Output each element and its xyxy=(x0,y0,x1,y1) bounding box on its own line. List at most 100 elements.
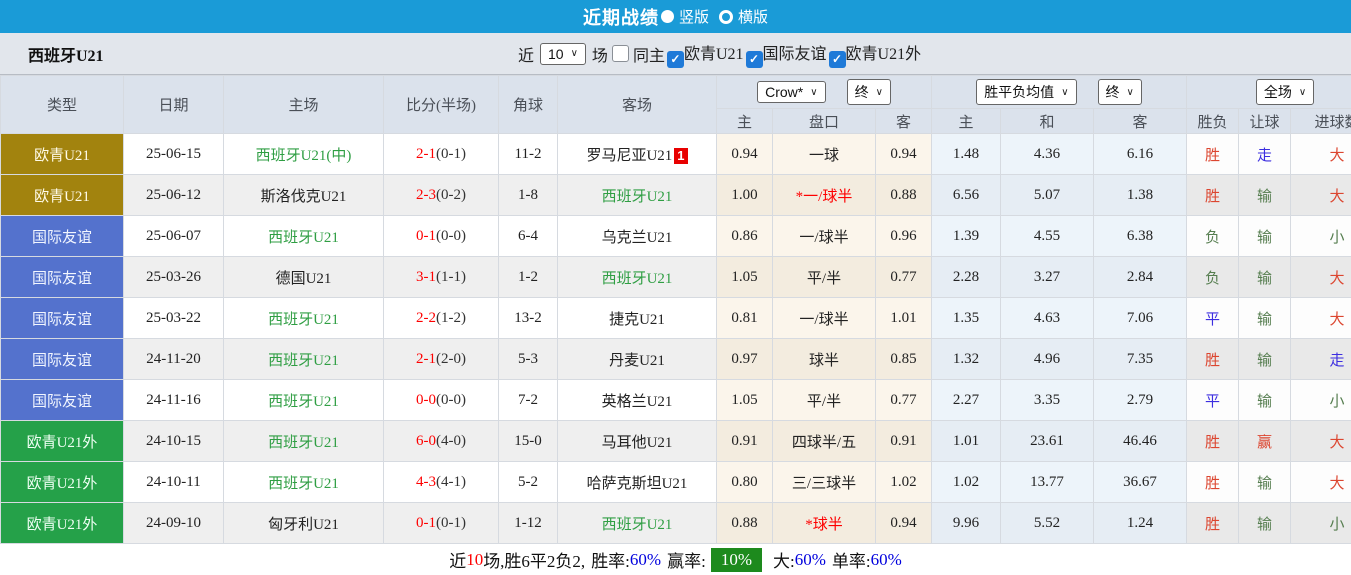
match-row: 欧青U21 25-06-12 斯洛伐克U21 2-3(0-2) 1-8 西班牙U21 1.0… xyxy=(0,174,1351,216)
odds-home-cell: 0.97 xyxy=(716,338,773,380)
col-header-score: 比分(半场) xyxy=(383,75,499,134)
odds-away-cell: 0.85 xyxy=(874,338,933,380)
scope-header-group: 全场 ∨ xyxy=(1186,75,1351,109)
handicap-result-cell: 输 xyxy=(1238,379,1292,421)
home-team-cell: 西班牙U21 xyxy=(223,338,384,380)
avg-win-cell: 1.48 xyxy=(931,133,1002,175)
matches-label: 场 xyxy=(591,47,608,65)
result-cell: 胜 xyxy=(1186,502,1240,544)
avg-draw-cell: 4.36 xyxy=(1000,133,1095,175)
avg-win-cell: 2.28 xyxy=(931,256,1002,298)
goals-result-cell: 大 xyxy=(1290,297,1351,339)
score-cell: 3-1(1-1) xyxy=(383,256,499,298)
team-name: 西班牙U21 xyxy=(268,311,339,328)
match-row: 国际友谊 24-11-16 西班牙U21 0-0(0-0) 7-2 英格兰U21 1.05 平… xyxy=(0,379,1351,421)
col-header-date: 日期 xyxy=(123,75,224,134)
handicap-result-cell: 输 xyxy=(1238,338,1292,380)
date-cell: 25-06-12 xyxy=(123,174,224,216)
corner-cell: 13-2 xyxy=(498,297,558,339)
score-cell: 4-3(4-1) xyxy=(383,461,499,503)
date-cell: 24-10-11 xyxy=(123,461,224,503)
avg-time-dropdown[interactable]: 终 ∨ xyxy=(1097,79,1142,105)
match-type-cell: 欧青U21外 xyxy=(0,420,124,462)
result-cell: 胜 xyxy=(1186,420,1240,462)
recent-count-dropdown[interactable]: 10 ∨ xyxy=(540,42,586,65)
odds-away-cell: 1.02 xyxy=(874,461,933,503)
away-team-cell: 捷克U21 xyxy=(557,297,717,339)
handicap-cell: 一/球半 xyxy=(772,297,876,339)
competition-checkbox-label[interactable]: 欧青U21外 xyxy=(846,46,922,63)
sub-header-goals: 进球数 xyxy=(1290,108,1351,134)
title-bar: 近期战绩 竖版 横版 xyxy=(0,0,1351,33)
filter-bar: 西班牙U21 近 10 ∨ 场 同主 ✓ 欧青U21 ✓ 国际友谊 ✓ 欧青U21外 xyxy=(0,33,1351,75)
odds-company-dropdown[interactable]: Crow* ∨ xyxy=(757,81,826,103)
match-type-cell: 欧青U21外 xyxy=(0,502,124,544)
result-cell: 负 xyxy=(1186,215,1240,257)
goals-result-cell: 大 xyxy=(1290,133,1351,175)
same-home-label[interactable]: 同主 xyxy=(633,42,665,66)
score-cell: 2-2(1-2) xyxy=(383,297,499,339)
match-type-cell: 国际友谊 xyxy=(0,379,124,421)
horizontal-radio-label[interactable]: 横版 xyxy=(738,6,768,27)
profit-label: 赢率: xyxy=(667,552,706,571)
match-type-cell: 国际友谊 xyxy=(0,297,124,339)
competition-checkbox[interactable]: ✓ xyxy=(828,50,846,68)
chevron-down-icon: ∨ xyxy=(1061,86,1069,98)
avg-win-cell: 2.27 xyxy=(931,379,1002,421)
scope-dropdown[interactable]: 全场 ∨ xyxy=(1255,79,1315,105)
date-cell: 25-06-07 xyxy=(123,215,224,257)
sub-header-handicap-result: 让球 xyxy=(1238,108,1292,134)
vertical-radio-label[interactable]: 竖版 xyxy=(679,6,709,27)
col-header-type: 类型 xyxy=(0,75,124,134)
big-value: 60% xyxy=(794,549,826,569)
match-row: 国际友谊 25-03-26 德国U21 3-1(1-1) 1-2 西班牙U21 1.05 平/… xyxy=(0,256,1351,298)
odds-time-dropdown[interactable]: 终 ∨ xyxy=(846,79,891,105)
team-name: 捷克U21 xyxy=(609,311,665,328)
goals-result-cell: 大 xyxy=(1290,256,1351,298)
team-name: 西班牙U21(中) xyxy=(255,147,352,164)
avg-draw-cell: 4.96 xyxy=(1000,338,1095,380)
avg-loss-cell: 7.06 xyxy=(1093,297,1188,339)
competition-checkbox[interactable]: ✓ xyxy=(745,50,763,68)
corner-cell: 5-3 xyxy=(498,338,558,380)
match-type-cell: 欧青U21 xyxy=(0,133,124,175)
team-name: 马耳他U21 xyxy=(601,434,673,451)
competition-filters: ✓ 欧青U21 ✓ 国际友谊 ✓ 欧青U21外 xyxy=(666,40,923,68)
result-cell: 胜 xyxy=(1186,338,1240,380)
odds-home-cell: 1.05 xyxy=(716,379,773,421)
avg-draw-cell: 4.55 xyxy=(1000,215,1095,257)
odds-home-cell: 0.81 xyxy=(716,297,773,339)
home-team-cell: 斯洛伐克U21 xyxy=(223,174,384,216)
goals-result-cell: 大 xyxy=(1290,420,1351,462)
team-name: 丹麦U21 xyxy=(609,352,665,369)
handicap-cell: 平/半 xyxy=(772,256,876,298)
sub-header-odds-away: 客 xyxy=(874,108,933,134)
team-name: 乌克兰U21 xyxy=(601,229,673,246)
home-team-cell: 西班牙U21 xyxy=(223,420,384,462)
odds-home-cell: 0.86 xyxy=(716,215,773,257)
match-type-cell: 欧青U21 xyxy=(0,174,124,216)
team-name: 德国U21 xyxy=(275,270,332,287)
handicap-result-cell: 输 xyxy=(1238,461,1292,503)
vertical-radio[interactable] xyxy=(660,10,674,23)
match-type-cell: 国际友谊 xyxy=(0,256,124,298)
team-name: 西班牙U21 xyxy=(268,229,339,246)
competition-checkbox-label[interactable]: 欧青U21 xyxy=(684,46,744,63)
competition-checkbox[interactable]: ✓ xyxy=(666,50,684,68)
odds-home-cell: 1.05 xyxy=(716,256,773,298)
competition-checkbox-label[interactable]: 国际友谊 xyxy=(763,46,827,63)
avg-type-dropdown[interactable]: 胜平负均值 ∨ xyxy=(976,79,1077,105)
same-home-checkbox[interactable] xyxy=(611,45,629,62)
chevron-down-icon: ∨ xyxy=(570,48,578,59)
match-row: 欧青U21外 24-09-10 匈牙利U21 0-1(0-1) 1-12 西班牙U21 0.… xyxy=(0,502,1351,544)
handicap-cell: 球半 xyxy=(772,338,876,380)
recent-label: 近 xyxy=(518,47,535,65)
sub-header-avg-home: 主 xyxy=(931,108,1002,134)
team-name: 斯洛伐克U21 xyxy=(260,188,347,205)
avg-win-cell: 1.35 xyxy=(931,297,1002,339)
horizontal-radio[interactable] xyxy=(719,9,733,24)
odds-home-cell: 0.80 xyxy=(716,461,773,503)
corner-cell: 5-2 xyxy=(498,461,558,503)
corner-cell: 7-2 xyxy=(498,379,558,421)
odds-away-cell: 0.94 xyxy=(874,133,933,175)
